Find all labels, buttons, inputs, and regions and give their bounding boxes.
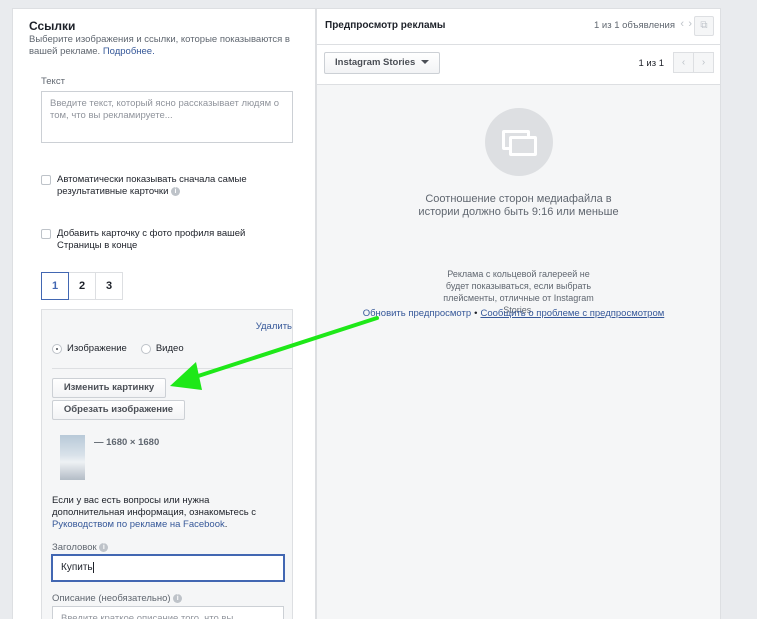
divider <box>317 44 720 45</box>
preview-pager-count: 1 из 1 <box>638 58 664 69</box>
delete-card-link[interactable]: Удалить <box>256 321 292 332</box>
chevron-left-icon[interactable]: ‹ <box>673 52 694 73</box>
dropdown-caret-icon <box>421 60 430 65</box>
ad-text-input[interactable]: Введите текст, который ясно рассказывает… <box>41 91 293 143</box>
info-icon[interactable]: i <box>171 186 181 196</box>
ratio-message: Соотношение сторон медиафайла в истории … <box>418 193 619 218</box>
card-editor: Удалить Изображение Видео Изменить карти… <box>41 309 293 619</box>
video-radio-label[interactable]: Видео <box>156 343 184 354</box>
image-radio-label[interactable]: Изображение <box>67 343 127 354</box>
preview-title: Предпросмотр рекламы <box>325 20 446 31</box>
placement-value: Instagram Stories <box>335 57 416 68</box>
refresh-preview-link[interactable]: Обновить предпросмотр <box>363 308 471 319</box>
profile-card-checkbox[interactable] <box>41 229 51 239</box>
headline-value: Купить <box>61 562 93 573</box>
help-text: Если у вас есть вопросы или нужна дополн… <box>52 495 277 531</box>
info-icon[interactable]: i <box>173 593 183 603</box>
separator: • <box>474 308 478 319</box>
info-icon[interactable]: i <box>99 542 109 552</box>
auto-order-label: Автоматически показывать сначала самые р… <box>57 174 277 198</box>
ads-count: 1 из 1 объявления <box>594 20 675 31</box>
placement-dropdown[interactable]: Instagram Stories <box>324 52 441 74</box>
description-label: Описание (необязательно) i <box>52 593 183 604</box>
chevron-left-icon[interactable]: ‹ <box>680 18 684 30</box>
external-link-icon[interactable]: ⧉ <box>694 16 714 36</box>
video-radio[interactable] <box>140 343 151 354</box>
auto-order-text: Автоматически показывать сначала самые р… <box>57 174 247 197</box>
ads-guide-link[interactable]: Руководством по рекламе на Facebook <box>52 519 225 530</box>
card-image-thumbnail <box>60 435 85 480</box>
subtitle-text: Выберите изображения и ссылки, которые п… <box>29 34 290 57</box>
chevron-right-icon[interactable]: › <box>693 52 714 73</box>
preview-area: Соотношение сторон медиафайла в истории … <box>317 84 720 619</box>
report-problem-link[interactable]: Сообщить о проблеме с предпросмотром <box>480 308 664 319</box>
profile-card-label: Добавить карточку с фото профиля вашей С… <box>57 228 246 251</box>
divider <box>52 368 292 369</box>
auto-order-checkbox[interactable] <box>41 175 51 185</box>
change-image-button[interactable]: Изменить картинку <box>52 378 166 398</box>
preview-pager: ‹ › <box>673 52 714 73</box>
image-radio[interactable] <box>52 343 62 354</box>
card-tab-3[interactable]: 3 <box>95 272 123 300</box>
panel-subtitle: Выберите изображения и ссылки, которые п… <box>29 34 309 58</box>
text-label: Текст <box>41 76 65 87</box>
preview-links: Обновить предпросмотр • Сообщить о проблем… <box>317 308 710 319</box>
learn-more-link[interactable]: Подробнее. <box>103 46 155 57</box>
image-dimensions: — 1680 × 1680 <box>94 437 160 448</box>
crop-image-button[interactable]: Обрезать изображение <box>52 400 185 420</box>
headline-input[interactable]: Купить <box>52 555 284 581</box>
ad-preview-panel: Предпросмотр рекламы 1 из 1 объявления ‹… <box>316 8 721 619</box>
card-tab-2[interactable]: 2 <box>68 272 96 300</box>
help-text-body: Если у вас есть вопросы или нужна дополн… <box>52 495 257 518</box>
media-gallery-icon <box>485 108 553 176</box>
help-text-end: . <box>224 519 228 530</box>
description-input[interactable]: Введите краткое описание того, что вы <box>52 606 284 619</box>
links-panel: Ссылки Выберите изображения и ссылки, ко… <box>12 8 316 619</box>
chevron-right-icon[interactable]: › <box>688 18 692 30</box>
panel-title: Ссылки <box>29 19 76 33</box>
text-cursor <box>92 561 94 573</box>
description-label-text: Описание (необязательно) <box>52 593 171 604</box>
headline-label-text: Заголовок <box>52 542 97 553</box>
media-type-group: Изображение Видео <box>52 343 184 354</box>
headline-label: Заголовок i <box>52 542 109 553</box>
card-tab-1[interactable]: 1 <box>41 272 69 300</box>
card-tabs: 1 2 3 <box>41 272 123 300</box>
